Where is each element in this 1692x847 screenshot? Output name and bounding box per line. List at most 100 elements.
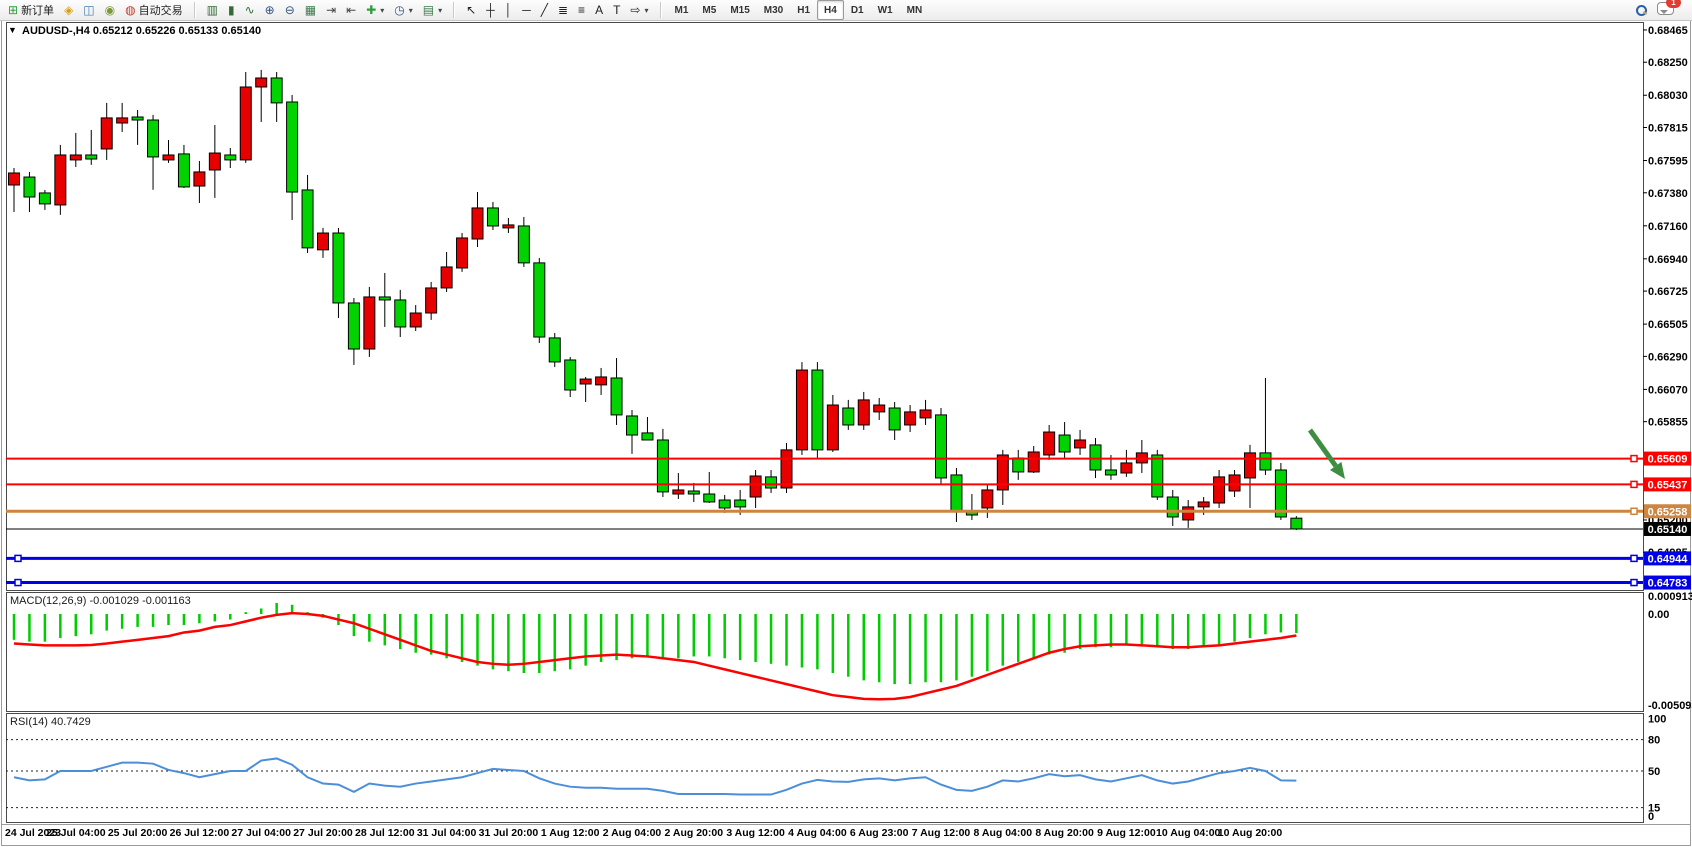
timeframe-w1[interactable]: W1 — [871, 0, 900, 20]
candle — [472, 208, 483, 239]
candle — [287, 102, 298, 192]
cursor-button[interactable]: ↖ — [461, 0, 481, 20]
timeframe-h1[interactable]: H1 — [790, 0, 817, 20]
timeframe-m15[interactable]: M15 — [723, 0, 756, 20]
fibonacci-fan-icon: ≡ — [578, 3, 585, 17]
fibonacci-fan-button[interactable]: ≡ — [573, 0, 590, 20]
indicators-icon: ✚ — [366, 3, 376, 17]
auto-scroll-button[interactable]: ⇥ — [321, 0, 341, 20]
profile-button[interactable]: ◫ — [78, 0, 99, 20]
line-handle — [15, 580, 21, 586]
candle — [549, 338, 560, 362]
svg-text:0.65258: 0.65258 — [1648, 506, 1688, 518]
timeframe-m1[interactable]: M1 — [668, 0, 696, 20]
candle — [982, 490, 993, 508]
candle — [364, 297, 375, 349]
fibonacci-icon: ≣ — [558, 3, 568, 17]
trendline-button[interactable]: ╱ — [536, 0, 553, 20]
candle — [1044, 432, 1055, 455]
horizontal-line-icon: ─ — [522, 3, 531, 17]
candle — [148, 120, 159, 157]
time-label: 25 Jul 04:00 — [46, 827, 106, 839]
candle — [1214, 477, 1225, 503]
horizontal-line-button[interactable]: ─ — [517, 0, 536, 20]
candle — [1291, 518, 1302, 529]
chart-menu-caret[interactable]: ▼ — [8, 25, 17, 35]
periods-button[interactable]: ◷▾ — [389, 0, 418, 20]
chart-shift-button[interactable]: ⇤ — [341, 0, 361, 20]
candle — [905, 412, 916, 425]
candle — [194, 172, 205, 186]
search-button[interactable] — [1630, 0, 1652, 20]
text-label-button[interactable]: T — [608, 0, 625, 20]
timeframe-m30[interactable]: M30 — [757, 0, 790, 20]
timeframe-d1[interactable]: D1 — [844, 0, 871, 20]
candle — [70, 155, 81, 160]
line-handle — [15, 555, 21, 561]
styles-button[interactable]: ◈ — [59, 0, 78, 20]
candle — [596, 377, 607, 385]
timeframe-h4[interactable]: H4 — [817, 0, 844, 20]
candle — [457, 238, 468, 268]
time-label: 25 Jul 20:00 — [108, 827, 168, 839]
text-button[interactable]: A — [590, 0, 608, 20]
candle — [395, 300, 406, 327]
chart-canvas[interactable]: 0.684650.682500.680300.678150.675950.673… — [0, 0, 1692, 847]
candle — [750, 476, 761, 497]
indicators-button[interactable]: ✚▾ — [361, 0, 389, 20]
svg-text:0.00: 0.00 — [1648, 609, 1669, 621]
candlestick-button[interactable]: ▮ — [223, 0, 240, 20]
shapes-button[interactable]: ⇨▾ — [625, 0, 653, 20]
chevron-down-icon: ▾ — [409, 6, 413, 15]
bar-chart-button[interactable]: ▥ — [202, 0, 223, 20]
symbol-period-label: AUDUSD-,H4 0.65212 0.65226 0.65133 0.651… — [22, 25, 261, 37]
chat-button[interactable]: 1 — [1652, 0, 1689, 20]
candle — [163, 155, 174, 160]
candle — [117, 118, 128, 123]
timeframe-m5[interactable]: M5 — [695, 0, 723, 20]
sound-button[interactable]: ◉ — [100, 0, 120, 20]
candle — [1245, 453, 1256, 478]
svg-text:50: 50 — [1648, 766, 1660, 778]
candle — [565, 360, 576, 390]
svg-text:0.67380: 0.67380 — [1648, 188, 1688, 200]
candle — [611, 378, 622, 415]
time-label: 27 Jul 04:00 — [231, 827, 291, 839]
timeframe-mn[interactable]: MN — [900, 0, 930, 20]
time-label: 4 Aug 04:00 — [788, 827, 847, 839]
candle — [9, 173, 20, 185]
mt4-window: ⊞新订单◈◫◉◍自动交易 ▥▮∿⊕⊖▦⇥⇤✚▾◷▾▤▾ ↖┼│─╱≣≡AT⇨▾ … — [0, 0, 1692, 847]
time-label: 7 Aug 12:00 — [912, 827, 971, 839]
main-chart-panel[interactable] — [7, 23, 1644, 591]
svg-text:0.68030: 0.68030 — [1648, 90, 1688, 102]
new-order-button[interactable]: ⊞新订单 — [3, 0, 59, 20]
candle — [534, 263, 545, 337]
candle — [936, 415, 947, 478]
svg-text:0.67815: 0.67815 — [1648, 123, 1688, 135]
candle — [688, 491, 699, 494]
line-chart-button[interactable]: ∿ — [240, 0, 260, 20]
candle — [240, 87, 251, 160]
zoom-out-button[interactable]: ⊖ — [280, 0, 300, 20]
svg-text:0.66290: 0.66290 — [1648, 351, 1688, 363]
rsi-label: RSI(14) 40.7429 — [10, 716, 91, 728]
rsi-panel[interactable] — [7, 714, 1644, 823]
tile-windows-button[interactable]: ▦ — [300, 0, 321, 20]
price-label: 0.64783 — [1644, 576, 1691, 590]
line-handle — [1631, 508, 1637, 514]
paint-bucket-icon: ◈ — [64, 3, 73, 17]
svg-text:0.68465: 0.68465 — [1648, 25, 1688, 37]
vertical-line-button[interactable]: │ — [500, 0, 518, 20]
fibonacci-button[interactable]: ≣ — [553, 0, 573, 20]
chevron-down-icon: ▾ — [380, 6, 384, 15]
toolbar-separator — [453, 2, 455, 18]
candle — [1121, 463, 1132, 473]
line-handle — [1631, 456, 1637, 462]
zoom-in-button[interactable]: ⊕ — [260, 0, 280, 20]
svg-text:0.67160: 0.67160 — [1648, 221, 1688, 233]
autotrading-button[interactable]: ◍自动交易 — [120, 0, 187, 20]
price-label: 0.65437 — [1644, 477, 1691, 491]
templates-button[interactable]: ▤▾ — [418, 0, 447, 20]
crosshair-button[interactable]: ┼ — [481, 0, 500, 20]
time-label: 2 Aug 04:00 — [603, 827, 662, 839]
